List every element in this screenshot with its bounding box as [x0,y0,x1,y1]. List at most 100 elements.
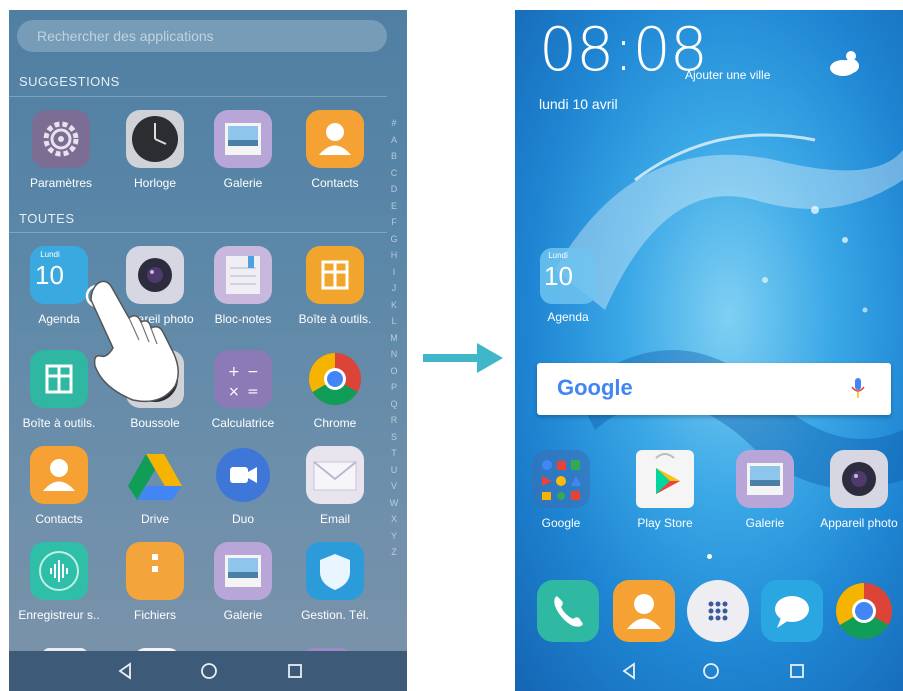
app-search-input[interactable]: Rechercher des applications [17,20,387,52]
home-app-play-store[interactable]: Play Store [623,450,707,530]
time-display[interactable]: 08:08 [539,18,708,82]
app-enregistreur[interactable]: Enregistreur s.. [13,542,105,622]
alphabet-letter[interactable]: X [387,511,401,528]
alphabet-letter[interactable]: J [387,280,401,297]
calculator-icon: + − × = [214,350,272,408]
alphabet-letter[interactable]: W [387,495,401,512]
calendar-date-number: 10 [35,260,64,290]
app-label: Boîte à outils. [298,312,372,326]
app-horloge[interactable]: Horloge [109,110,201,190]
alphabet-letter[interactable]: E [387,198,401,215]
phone-icon[interactable] [537,580,599,642]
app-bloc-notes[interactable]: Bloc-notes [197,246,289,326]
app-fichiers[interactable]: Fichiers [109,542,201,622]
alphabet-letter[interactable]: S [387,429,401,446]
home-app-galerie[interactable]: Galerie [723,450,807,530]
app-gestion-tel[interactable]: Gestion. Tél. [289,542,381,622]
google-search-bar[interactable]: Google [537,363,891,415]
alphabet-letter[interactable]: Z [387,544,401,561]
svg-text:×: × [228,384,240,400]
home-app-appareil-photo[interactable]: Appareil photo [815,450,903,530]
recents-button[interactable] [777,651,817,691]
google-logo: Google [557,375,633,400]
home-app-google[interactable]: Google [519,450,603,530]
email-icon [306,446,364,504]
alphabet-letter[interactable]: # [387,115,401,132]
home-app-agenda[interactable]: Lundi 10 Agenda [540,248,596,324]
alphabet-letter[interactable]: Y [387,528,401,545]
settings-icon [32,110,90,168]
alphabet-letter[interactable]: P [387,379,401,396]
date-display: lundi 10 avril [539,96,618,112]
alphabet-letter[interactable]: U [387,462,401,479]
app-contacts[interactable]: Contacts [289,110,381,190]
app-label: Bloc-notes [214,312,272,326]
app-drawer-icon[interactable] [687,580,749,642]
messages-icon[interactable] [761,580,823,642]
add-city-link[interactable]: Ajouter une ville [685,68,770,82]
alphabet-letter[interactable]: N [387,346,401,363]
app-parametres[interactable]: Paramètres [15,110,107,190]
weather-cloud-icon[interactable] [825,48,865,78]
alphabet-letter[interactable]: K [387,297,401,314]
app-label: Agenda [547,310,589,324]
app-label: Boussole [130,416,180,430]
alphabet-letter[interactable]: L [387,313,401,330]
back-icon [622,662,635,680]
chrome-icon [306,350,364,408]
app-calculatrice[interactable]: + − × = Calculatrice [197,350,289,430]
app-duo[interactable]: Duo [197,446,289,526]
gallery-icon [736,450,794,508]
alphabet-letter[interactable]: O [387,363,401,380]
app-chrome[interactable]: Chrome [289,350,381,430]
dock [515,580,903,650]
alphabet-letter[interactable]: I [387,264,401,281]
contacts-icon[interactable] [613,580,675,642]
home-button[interactable] [189,651,229,691]
alphabet-letter[interactable]: C [387,165,401,182]
navigation-bar [515,651,903,691]
app-galerie[interactable]: Galerie [197,110,289,190]
svg-text:+: + [228,364,240,380]
alphabet-letter[interactable]: A [387,132,401,149]
alphabet-letter[interactable]: T [387,445,401,462]
google-folder-icon [532,450,590,508]
app-label: Paramètres [29,176,93,190]
app-galerie-2[interactable]: Galerie [197,542,289,622]
alphabet-letter[interactable]: G [387,231,401,248]
app-label: Google [541,516,581,530]
microphone-icon[interactable] [851,377,865,401]
app-label: Gestion. Tél. [301,608,369,622]
chrome-icon[interactable] [833,580,895,642]
alphabet-letter[interactable]: V [387,478,401,495]
toolbox-icon [306,246,364,304]
app-label: Drive [140,512,169,526]
app-contacts-2[interactable]: Contacts [13,446,105,526]
alphabet-letter[interactable]: H [387,247,401,264]
app-label: Calculatrice [211,416,275,430]
alphabet-letter[interactable]: D [387,181,401,198]
divider [9,96,387,97]
calendar-day-label: Lundi [40,250,60,259]
calendar-day-label: Lundi [548,251,568,260]
back-button[interactable] [105,651,145,691]
svg-text:−: − [247,364,259,380]
alphabet-letter[interactable]: R [387,412,401,429]
app-drawer-screen: Rechercher des applications SUGGESTIONS … [9,10,407,691]
alphabet-letter[interactable]: F [387,214,401,231]
app-email[interactable]: Email [289,446,381,526]
app-drive[interactable]: Drive [109,446,201,526]
app-boite-a-outils[interactable]: Boîte à outils. [289,246,381,326]
alphabet-letter[interactable]: B [387,148,401,165]
navigation-bar [9,651,407,691]
alphabet-index[interactable]: # A B C D E F G H I J K L M N O P Q R S T U V W X Y Z [387,115,401,561]
alphabet-letter[interactable]: M [387,330,401,347]
back-button[interactable] [609,651,649,691]
home-button[interactable] [691,651,731,691]
finger-tap-icon [85,280,179,403]
recents-button[interactable] [275,651,315,691]
phone-manager-icon [306,542,364,600]
alphabet-letter[interactable]: Q [387,396,401,413]
svg-text:=: = [247,384,259,400]
contacts-icon [30,446,88,504]
